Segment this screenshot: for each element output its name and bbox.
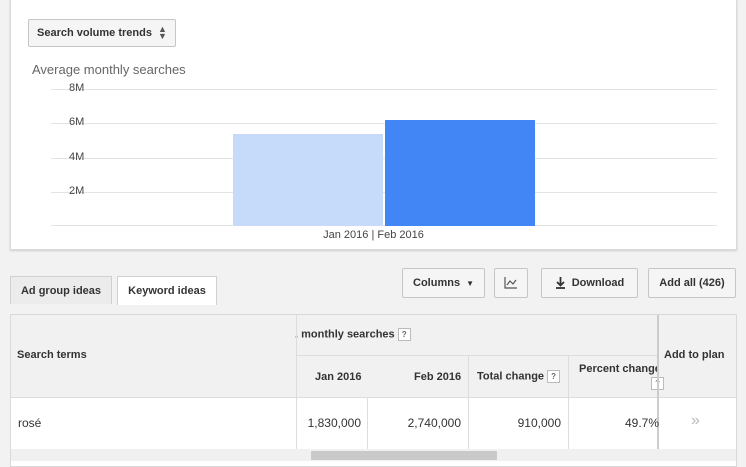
header-search-terms[interactable]: Search terms (17, 349, 87, 361)
row-search-term: rosé (18, 416, 42, 430)
gridline (51, 191, 717, 193)
columns-button[interactable]: Columns ▼ (402, 268, 485, 298)
chart-type-select-label: Search volume trends (37, 27, 152, 39)
dropdown-caret-icon: ▼ (466, 278, 474, 288)
header-divider (296, 355, 658, 356)
add-all-button[interactable]: Add all (426) (648, 268, 736, 298)
line-chart-icon (504, 277, 517, 289)
up-down-arrows-icon: ▲ ▼ (157, 24, 167, 41)
row-percent-change: 49.7% (624, 416, 659, 430)
columns-button-label: Columns (413, 277, 461, 289)
chart-type-select[interactable]: Search volume trends ▲ ▼ (28, 19, 176, 47)
tab-ad-group-ideas[interactable]: Ad group ideas (10, 276, 112, 304)
header-total-change-label: Total change (477, 370, 545, 383)
y-tick-label: 6M (69, 116, 85, 129)
column-divider (568, 355, 569, 449)
header-jan-2016[interactable]: Jan 2016 (315, 371, 361, 383)
header-feb-2016[interactable]: Feb 2016 (414, 371, 461, 383)
chart-toggle-button[interactable] (494, 268, 528, 298)
gridline (51, 157, 717, 159)
add-to-plan-icon[interactable]: » (691, 412, 700, 430)
bar-feb-2016[interactable] (385, 119, 535, 226)
gridline (51, 89, 717, 90)
bar-chart: 2M 4M 6M 8M (51, 82, 717, 226)
search-volume-chart-panel: Search volume trends ▲ ▼ Average monthly … (10, 0, 737, 250)
header-total-change[interactable]: Total change? (477, 370, 561, 383)
x-axis-label: Jan 2016 | Feb 2016 (323, 229, 424, 241)
bar-jan-2016[interactable] (233, 133, 383, 226)
column-divider (468, 355, 469, 449)
chart-title: Average monthly searches (32, 62, 186, 77)
header-divider (11, 397, 736, 398)
help-icon[interactable]: ? (547, 370, 561, 383)
download-icon (555, 277, 565, 289)
row-jan-2016: 1,830,000 (307, 416, 361, 430)
tab-keyword-ideas[interactable]: Keyword ideas (117, 276, 217, 305)
header-add-to-plan: Add to plan (664, 349, 725, 361)
column-divider (296, 315, 297, 449)
help-icon[interactable]: ? (397, 328, 411, 341)
row-feb-2016: 2,740,000 (407, 416, 461, 430)
y-tick-label: 4M (69, 150, 85, 163)
baseline (51, 225, 717, 226)
download-button-label: Download (571, 277, 625, 289)
gridline (51, 123, 717, 125)
header-percent-change[interactable]: Percent change (579, 363, 659, 375)
y-tick-label: 8M (69, 82, 85, 94)
header-monthly-searches-label: . monthly searches (295, 328, 395, 341)
scrollbar-thumb[interactable] (311, 451, 497, 460)
download-button[interactable]: Download (541, 268, 638, 298)
y-tick-label: 2M (69, 184, 85, 197)
row-total-change: 910,000 (517, 416, 561, 430)
header-monthly-searches: . monthly searches? (295, 328, 411, 341)
keyword-ideas-table: Search terms . monthly searches? Jan 201… (10, 314, 737, 467)
column-divider (367, 397, 368, 449)
